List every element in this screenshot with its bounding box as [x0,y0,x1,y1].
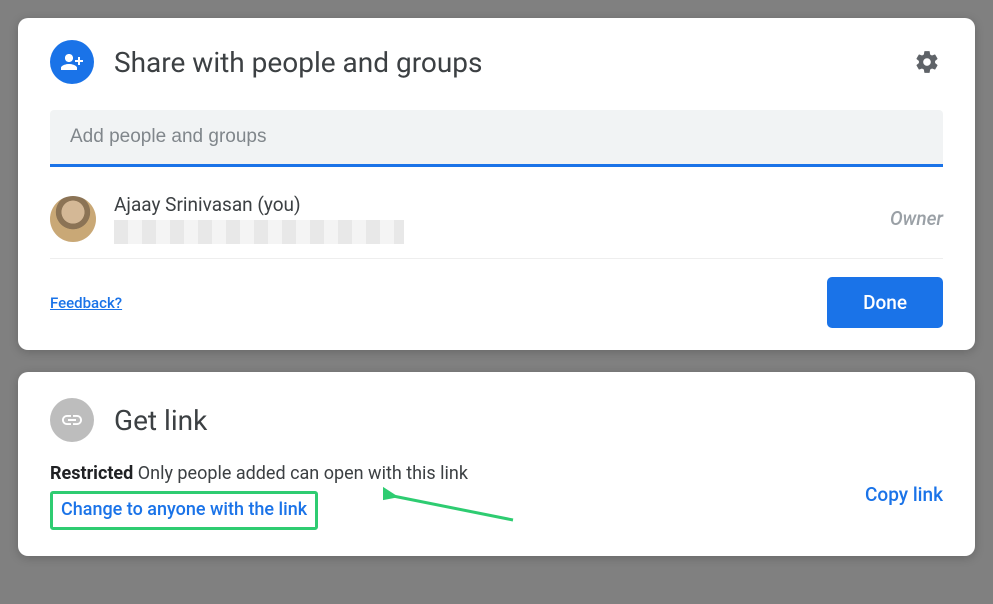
done-button[interactable]: Done [827,277,943,328]
feedback-link[interactable]: Feedback? [50,294,122,312]
change-link-highlight: Change to anyone with the link [50,491,318,530]
restricted-label: Restricted [50,463,133,484]
share-dialog: Share with people and groups Ajaay Srini… [18,18,975,350]
get-link-title: Get link [114,404,207,437]
restricted-desc: Only people added can open with this lin… [133,463,468,484]
share-title: Share with people and groups [114,46,482,79]
person-email-redacted [114,220,404,244]
gear-icon [914,49,940,75]
get-link-header: Get link [50,398,943,442]
person-name: Ajaay Srinivasan (you) [114,193,890,216]
person-add-icon [50,40,94,84]
change-link[interactable]: Change to anyone with the link [61,499,307,520]
link-description: Restricted Only people added can open wi… [50,460,943,530]
link-text-block: Restricted Only people added can open wi… [50,460,468,530]
avatar [50,196,96,242]
copy-link-button[interactable]: Copy link [865,483,943,506]
person-info: Ajaay Srinivasan (you) [114,193,890,244]
add-people-input-container[interactable] [50,110,943,167]
settings-button[interactable] [911,46,943,78]
get-link-card: Get link Restricted Only people added ca… [18,372,975,556]
person-row: Ajaay Srinivasan (you) Owner [50,167,943,259]
add-people-input[interactable] [70,126,923,148]
share-footer: Feedback? Done [50,259,943,328]
share-header: Share with people and groups [50,40,943,84]
link-icon [50,398,94,442]
person-role: Owner [890,207,943,230]
